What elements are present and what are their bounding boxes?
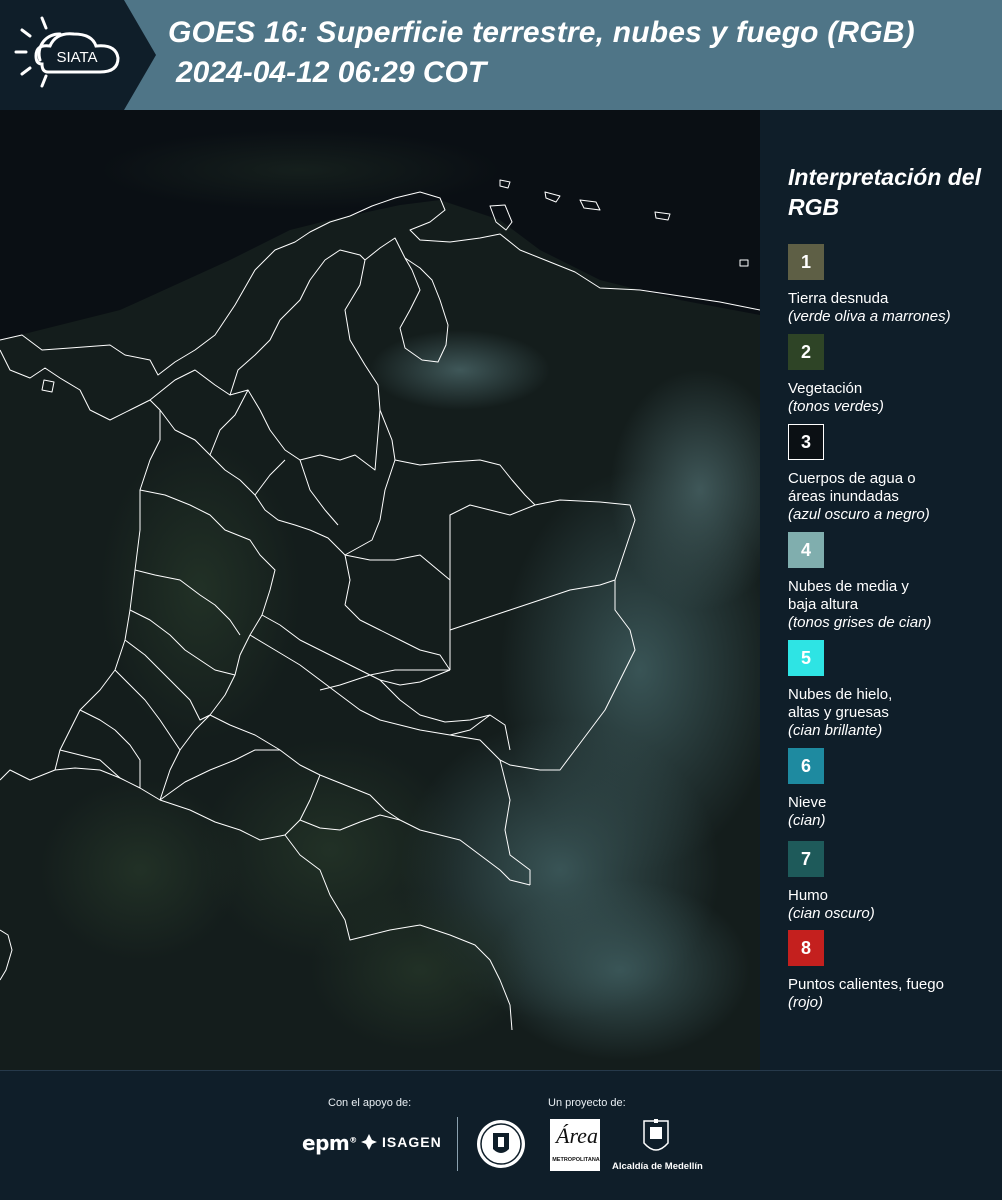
epm-logo: epm® bbox=[302, 1131, 357, 1155]
epm-text: epm bbox=[302, 1131, 350, 1155]
legend-swatch: 6 bbox=[788, 748, 824, 784]
legend-label: Puntos calientes, fuego bbox=[788, 976, 944, 993]
project-label: Un proyecto de: bbox=[548, 1097, 626, 1109]
siata-logo: SIATA bbox=[0, 0, 160, 110]
legend-label: Vegetación bbox=[788, 380, 863, 397]
legend-desc: (tonos grises de cian) bbox=[788, 614, 932, 631]
satellite-map[interactable] bbox=[0, 110, 760, 1070]
legend-swatch: 1 bbox=[788, 244, 824, 280]
alcaldia-label: Alcaldía de Medellín bbox=[612, 1161, 703, 1172]
seal-icon bbox=[477, 1120, 525, 1168]
legend-swatch: 3 bbox=[788, 424, 824, 460]
area-name: METROPOLITANA bbox=[552, 1157, 600, 1163]
isagen-logo: ISAGEN bbox=[360, 1133, 442, 1151]
legend-desc: (cian) bbox=[788, 812, 826, 829]
seal-logo bbox=[476, 1119, 526, 1174]
legend-desc: (tonos verdes) bbox=[788, 398, 884, 415]
legend-label: Nubes de media y baja altura bbox=[788, 578, 909, 613]
footer: Con el apoyo de: Un proyecto de: epm® IS… bbox=[0, 1070, 1002, 1200]
shield-icon bbox=[642, 1119, 670, 1162]
legend-desc: (cian brillante) bbox=[788, 722, 883, 739]
legend-title: Interpretación del RGB bbox=[788, 164, 981, 220]
legend-label: Cuerpos de agua o áreas inundadas bbox=[788, 470, 916, 505]
header-bar: SIATA GOES 16: Superficie terrestre, nub… bbox=[0, 0, 1002, 110]
legend-swatch: 4 bbox=[788, 532, 824, 568]
footer-divider bbox=[457, 1117, 458, 1171]
timestamp: 2024-04-12 06:29 COT bbox=[176, 56, 487, 89]
logo-text: SIATA bbox=[56, 49, 97, 66]
legend-swatch: 7 bbox=[788, 841, 824, 877]
legend-label: Humo bbox=[788, 887, 829, 904]
legend-swatch: 2 bbox=[788, 334, 824, 370]
area-metropolitana-logo: Área METROPOLITANA bbox=[550, 1119, 600, 1171]
legend-label: Nubes de hielo, altas y gruesas bbox=[788, 686, 893, 721]
legend-desc: (rojo) bbox=[788, 994, 824, 1011]
legend-swatch: 5 bbox=[788, 640, 824, 676]
legend-desc: (azul oscuro a negro) bbox=[788, 506, 930, 523]
legend-label: Tierra desnuda bbox=[788, 290, 889, 307]
page-title: GOES 16: Superficie terrestre, nubes y f… bbox=[168, 16, 915, 49]
area-mark: Área bbox=[556, 1123, 598, 1148]
isagen-text: ISAGEN bbox=[382, 1134, 442, 1150]
isagen-mark-icon bbox=[361, 1134, 377, 1150]
legend-panel: Interpretación del RGB 1 Tierra desnuda … bbox=[760, 110, 1002, 1070]
legend-desc: (cian oscuro) bbox=[788, 905, 875, 922]
legend-desc: (verde oliva a marrones) bbox=[788, 308, 951, 325]
support-label: Con el apoyo de: bbox=[328, 1097, 412, 1109]
legend-swatch: 8 bbox=[788, 930, 824, 966]
legend-label: Nieve bbox=[788, 794, 827, 811]
